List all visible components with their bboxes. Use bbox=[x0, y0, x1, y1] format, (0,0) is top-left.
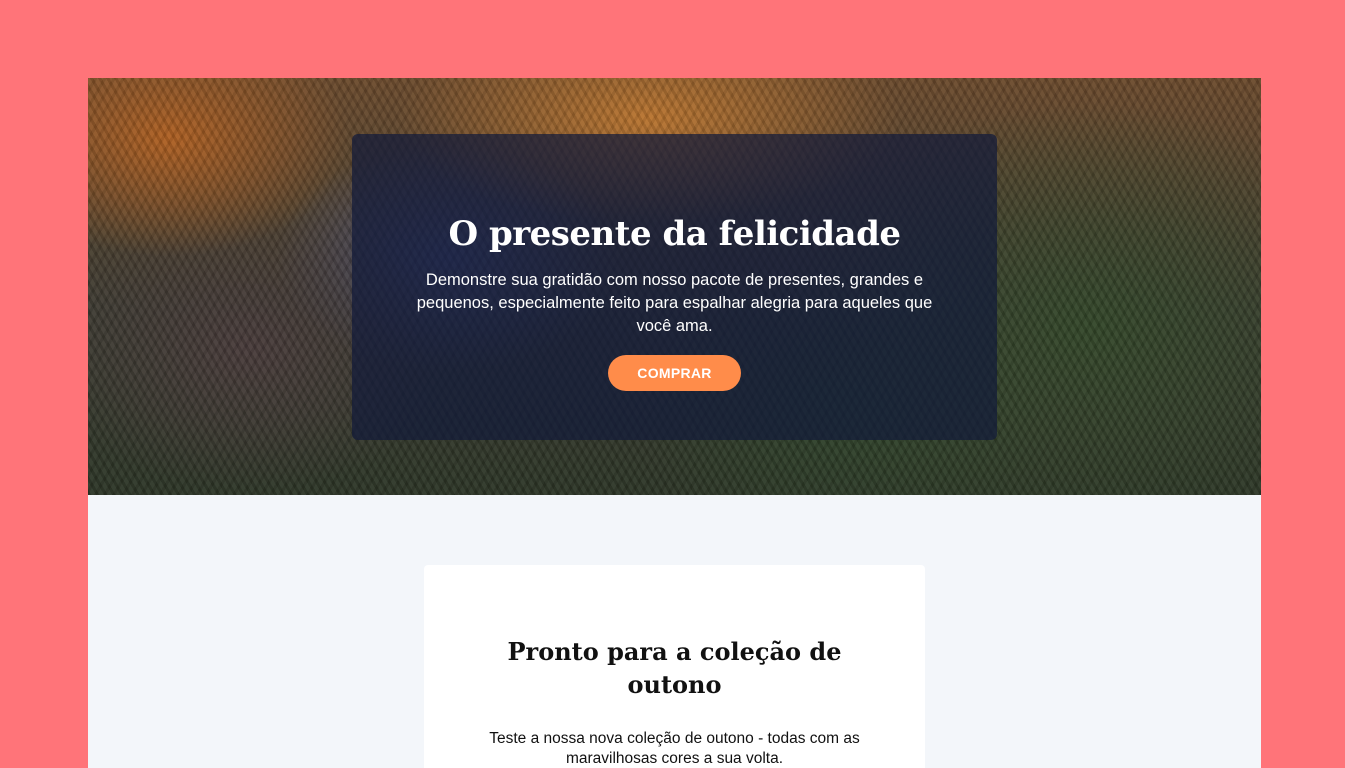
page-container: O presente da felicidade Demonstre sua g… bbox=[88, 78, 1261, 768]
comprar-button[interactable]: COMPRAR bbox=[608, 355, 741, 391]
collection-title: Pronto para a coleção de outono bbox=[507, 637, 842, 699]
collection-card: Pronto para a coleção de outono Teste a … bbox=[424, 565, 925, 768]
hero-title: O presente da felicidade bbox=[448, 214, 902, 254]
hero-text: Demonstre sua gratidão com nosso pacote … bbox=[416, 271, 933, 335]
hero-banner: O presente da felicidade Demonstre sua g… bbox=[88, 78, 1261, 495]
collection-text: Teste a nossa nova coleção de outono - t… bbox=[489, 730, 860, 767]
